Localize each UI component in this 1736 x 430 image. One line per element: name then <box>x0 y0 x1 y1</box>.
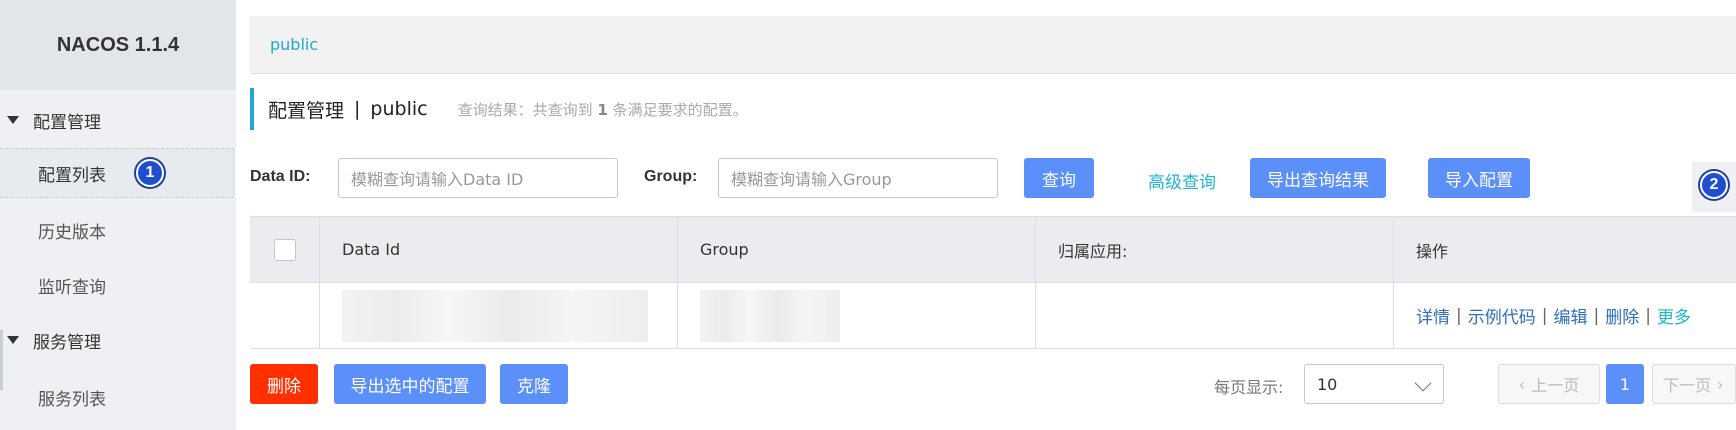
menu-group-service-management[interactable]: 服务管理 <box>0 318 101 362</box>
sidebar-item-label: 服务列表 <box>38 389 106 410</box>
delete-button[interactable]: 删除 <box>250 364 318 404</box>
row-actions-cell: 详情 | 示例代码 | 编辑 | 删除 | 更多 <box>1394 283 1736 348</box>
annotation-badge-1: 1 <box>136 159 164 187</box>
header-data-id[interactable]: Data Id <box>320 217 678 282</box>
page-heading: 配置管理 | public 查询结果：共查询到 1 条满足要求的配置。 <box>250 88 748 130</box>
header-actions: 操作 <box>1416 241 1449 261</box>
row-app-cell <box>1036 283 1394 348</box>
sidebar-item-label: 配置列表 <box>38 165 106 186</box>
data-id-input[interactable]: 模糊查询请输入Data ID <box>338 158 618 198</box>
page-title: 配置管理 <box>268 99 345 122</box>
action-more-link[interactable]: 更多 <box>1657 303 1691 328</box>
menu-group-label: 配置管理 <box>33 112 101 133</box>
action-edit-link[interactable]: 编辑 <box>1553 303 1587 328</box>
header-group[interactable]: Group <box>678 217 1036 282</box>
data-id-label: Data ID: <box>250 168 311 185</box>
sidebar-scrollbar[interactable] <box>0 330 3 390</box>
action-detail-link[interactable]: 详情 <box>1416 303 1450 328</box>
redacted-group <box>700 289 840 342</box>
next-page-button[interactable]: 下一页 › <box>1652 364 1736 404</box>
action-separator: | <box>1593 305 1600 326</box>
sidebar-item-history[interactable]: 历史版本 <box>0 205 234 255</box>
query-result-summary: 查询结果：共查询到 1 条满足要求的配置。 <box>458 99 748 120</box>
annotation-badge-2: 2 <box>1700 171 1728 199</box>
caret-down-icon <box>7 116 19 124</box>
table-row: 详情 | 示例代码 | 编辑 | 删除 | 更多 <box>250 283 1736 349</box>
namespace-label: public <box>370 98 428 120</box>
namespace-bar: public <box>250 16 1736 74</box>
action-separator: | <box>1456 305 1462 326</box>
export-results-button[interactable]: 导出查询结果 <box>1250 158 1386 198</box>
group-placeholder: 模糊查询请输入Group <box>731 170 892 189</box>
action-separator: | <box>1541 305 1548 326</box>
result-count: 1 <box>597 100 608 119</box>
chevron-right-icon: › <box>1717 374 1724 394</box>
sidebar-item-listener-query[interactable]: 监听查询 <box>0 260 234 310</box>
result-suffix: 条满足要求的配置。 <box>612 100 748 119</box>
sidebar-item-config-list[interactable]: 配置列表 1 <box>0 148 234 198</box>
result-prefix: 查询结果：共查询到 <box>457 100 593 119</box>
next-page-label: 下一页 <box>1663 376 1712 395</box>
group-input[interactable]: 模糊查询请输入Group <box>718 158 998 198</box>
sidebar: NACOS 1.1.4 配置管理 配置列表 1 历史版本 监听查询 服务管理 服… <box>0 0 236 430</box>
chevron-left-icon: ‹ <box>1518 374 1526 394</box>
sidebar-item-service-list[interactable]: 服务列表 <box>0 372 234 422</box>
clone-button[interactable]: 克隆 <box>500 364 568 404</box>
menu-group-label: 服务管理 <box>33 332 101 353</box>
row-group-cell <box>678 283 1036 348</box>
header-app[interactable]: 归属应用: <box>1036 217 1394 282</box>
action-delete-link[interactable]: 删除 <box>1605 303 1639 328</box>
table-header: Data Id Group 归属应用: 操作 <box>250 217 1736 283</box>
redacted-data-id <box>342 289 648 342</box>
brand-logo: NACOS 1.1.4 <box>0 0 236 90</box>
config-table: Data Id Group 归属应用: 操作 详情 | 示例代码 | 编辑 | … <box>250 216 1736 349</box>
action-separator: | <box>1645 305 1651 326</box>
page-size-select[interactable]: 10 <box>1304 364 1444 404</box>
title-separator: | <box>354 98 361 120</box>
namespace-tab-public[interactable]: public <box>270 35 318 54</box>
caret-down-icon <box>7 336 19 344</box>
prev-page-button[interactable]: ‹ 上一页 <box>1498 364 1600 404</box>
sidebar-item-label: 历史版本 <box>38 222 106 243</box>
query-button[interactable]: 查询 <box>1024 158 1094 198</box>
page-size-value: 10 <box>1317 374 1338 394</box>
data-id-placeholder: 模糊查询请输入Data ID <box>351 170 524 189</box>
main-content: public 配置管理 | public 查询结果：共查询到 1 条满足要求的配… <box>250 0 1736 430</box>
prev-page-label: 上一页 <box>1531 376 1580 395</box>
menu-group-config-management[interactable]: 配置管理 <box>0 98 101 142</box>
advanced-query-link[interactable]: 高级查询 <box>1148 168 1216 193</box>
import-config-button[interactable]: 导入配置 <box>1428 158 1530 198</box>
chevron-down-icon <box>1414 374 1432 392</box>
row-data-id-cell <box>320 283 678 348</box>
per-page-label: 每页显示: <box>1214 378 1284 397</box>
filter-bar: Data ID: 模糊查询请输入Data ID Group: 模糊查询请输入Gr… <box>250 158 1736 198</box>
group-label: Group: <box>644 168 698 185</box>
sidebar-item-label: 监听查询 <box>38 277 106 298</box>
select-all-checkbox[interactable] <box>273 238 296 261</box>
export-selected-button[interactable]: 导出选中的配置 <box>334 364 486 404</box>
page-1-button[interactable]: 1 <box>1606 364 1644 404</box>
row-select-cell <box>250 283 320 348</box>
header-select-cell <box>250 217 320 282</box>
bottom-bar: 删除 导出选中的配置 克隆 每页显示: 10 ‹ 上一页 1 下一页 › <box>250 364 1736 404</box>
action-sample-code-link[interactable]: 示例代码 <box>1468 303 1536 328</box>
